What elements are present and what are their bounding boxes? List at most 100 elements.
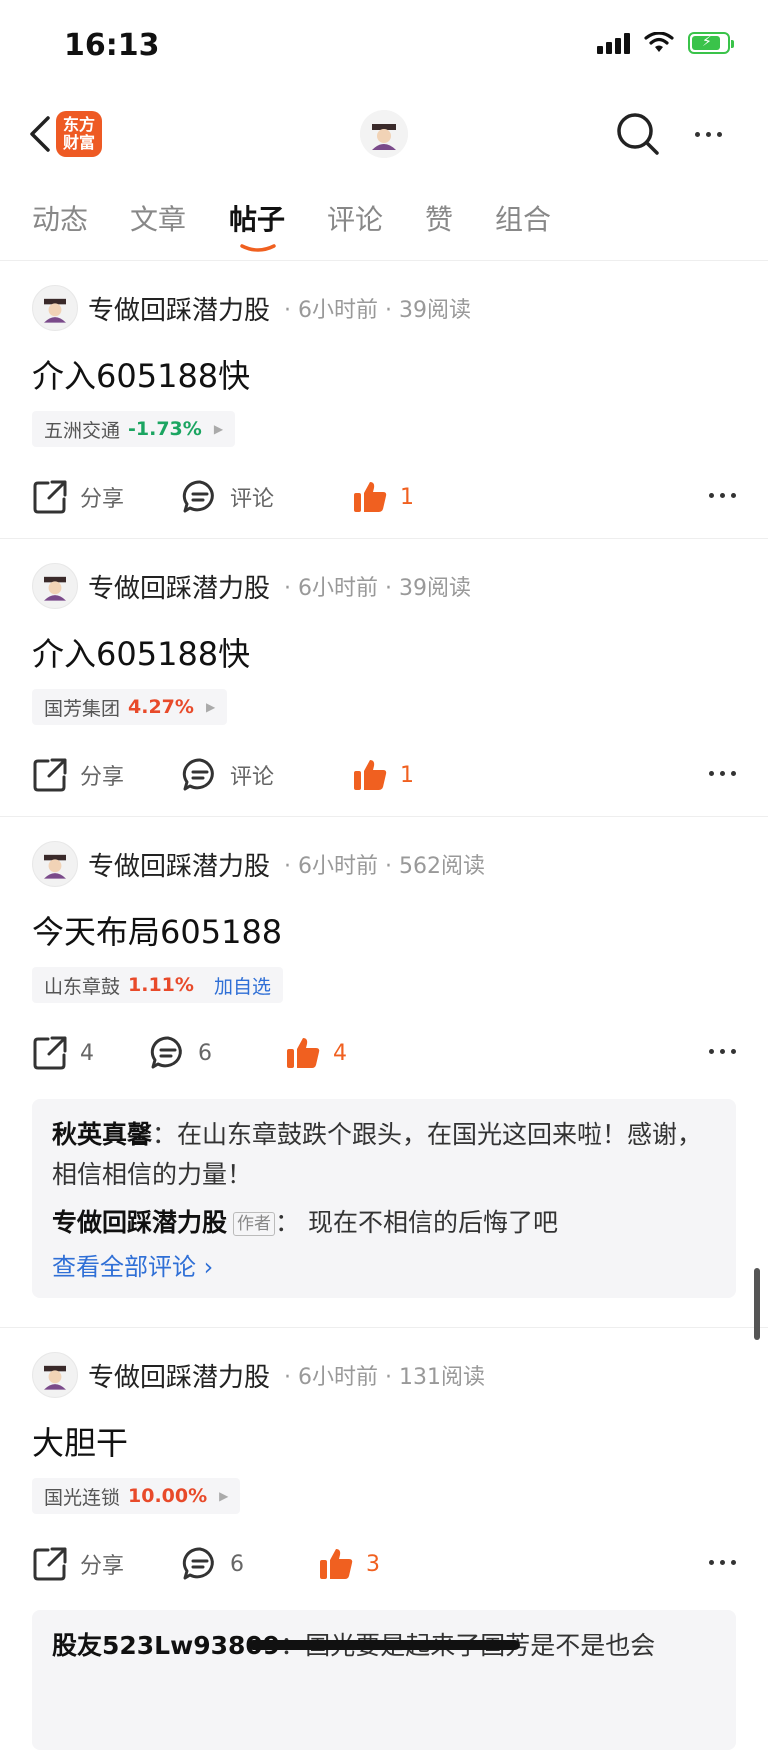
comment-label: 评论 (230, 487, 275, 512)
post-item[interactable]: 专做回踩潜力股 · 6小时前 · 131阅读 大胆干 国光连锁 10.00% ▶… (0, 1328, 768, 1750)
search-button[interactable] (614, 110, 662, 158)
comment-button[interactable]: 评论 (182, 757, 274, 793)
stock-change: 4.27% (128, 696, 194, 718)
comment-user[interactable]: 专做回踩潜力股 (52, 1208, 227, 1237)
stock-chip[interactable]: 国芳集团 4.27% ▶ (32, 689, 228, 725)
comment-icon (182, 1547, 214, 1580)
post-title[interactable]: 介入605188快 (32, 351, 250, 397)
chevron-right-icon: ▶ (219, 1489, 229, 1503)
stock-chip[interactable]: 山东章鼓 1.11% 加自选 (32, 967, 283, 1003)
share-button[interactable]: 4 (32, 1035, 94, 1071)
share-label: 分享 (80, 765, 125, 790)
author-name[interactable]: 专做回踩潜力股 (88, 568, 270, 605)
status-time: 16:13 (64, 28, 160, 63)
post-header: 专做回踩潜力股 · 6小时前 · 562阅读 (32, 841, 485, 887)
like-button[interactable]: 3 (318, 1546, 380, 1582)
post-item[interactable]: 专做回踩潜力股 · 6小时前 · 39阅读 介入605188快 五洲交通 -1.… (0, 261, 768, 539)
tab-articles[interactable]: 文章 (130, 198, 186, 238)
share-button[interactable]: 分享 (32, 479, 124, 515)
wifi-icon (644, 32, 674, 52)
author-avatar[interactable] (32, 563, 78, 609)
comment-icon (182, 480, 214, 513)
stock-change: 10.00% (128, 1485, 208, 1507)
tab-comments[interactable]: 评论 (327, 198, 383, 238)
post-actions: 分享 评论 1 (32, 753, 736, 797)
more-button[interactable] (684, 110, 732, 158)
logo-line1: 东方 (62, 115, 95, 134)
stock-name: 山东章鼓 (44, 975, 121, 998)
author-name[interactable]: 专做回踩潜力股 (88, 290, 270, 327)
stock-chip[interactable]: 五洲交通 -1.73% ▶ (32, 411, 236, 447)
tab-activity[interactable]: 动态 (32, 198, 88, 238)
thumbs-up-icon (320, 1549, 353, 1579)
author-avatar[interactable] (32, 841, 78, 887)
logo-line2: 财富 (62, 133, 95, 152)
comment-icon (182, 758, 214, 791)
author-name[interactable]: 专做回踩潜力股 (88, 1357, 270, 1394)
post-meta: · 6小时前 · 131阅读 (284, 1365, 485, 1390)
comment-preview[interactable]: 秋英真馨：在山东章鼓跌个跟头，在国光这回来啦！感谢，相信相信的力量！ 专做回踩潜… (32, 1099, 736, 1298)
tab-portfolio[interactable]: 组合 (495, 198, 551, 238)
post-title[interactable]: 今天布局605188 (32, 907, 282, 953)
like-button[interactable]: 1 (352, 757, 414, 793)
comment-user[interactable]: 股友523Lw93809 (52, 1631, 280, 1660)
comment-button[interactable]: 6 (182, 1546, 244, 1582)
status-bar: 16:13 ⚡ (0, 0, 768, 96)
post-more-button[interactable] (709, 1560, 736, 1565)
post-title[interactable]: 大胆干 (32, 1418, 128, 1464)
user-avatar[interactable] (360, 110, 408, 158)
like-button[interactable]: 1 (352, 479, 414, 515)
author-avatar[interactable] (32, 1352, 78, 1398)
tab-posts[interactable]: 帖子 (229, 198, 285, 238)
dot-icon (705, 131, 711, 137)
active-tab-indicator (240, 244, 276, 252)
tab-likes[interactable]: 赞 (425, 198, 453, 238)
share-count: 4 (80, 1040, 94, 1066)
post-meta: · 6小时前 · 39阅读 (284, 298, 471, 323)
post-header: 专做回踩潜力股 · 6小时前 · 39阅读 (32, 563, 471, 609)
author-avatar[interactable] (32, 285, 78, 331)
post-more-button[interactable] (709, 771, 736, 776)
comment-item: 专做回踩潜力股 作者： 现在不相信的后悔了吧 (52, 1208, 558, 1237)
share-icon (33, 758, 67, 792)
post-actions: 4 6 4 (32, 1031, 736, 1075)
comment-button[interactable]: 评论 (182, 479, 274, 515)
comment-preview[interactable]: 股友523Lw93809：国光要是起来了国芳是不是也会 (32, 1610, 736, 1750)
author-name[interactable]: 专做回踩潜力股 (88, 846, 270, 883)
dot-icon (694, 131, 700, 137)
status-icons: ⚡ (597, 32, 734, 54)
post-header: 专做回踩潜力股 · 6小时前 · 131阅读 (32, 1352, 485, 1398)
share-button[interactable]: 分享 (32, 757, 124, 793)
tab-bar: 动态 文章 帖子 评论 赞 组合 (0, 176, 768, 261)
home-indicator[interactable] (248, 1640, 520, 1650)
post-item[interactable]: 专做回踩潜力股 · 6小时前 · 39阅读 介入605188快 国芳集团 4.2… (0, 539, 768, 817)
like-count: 1 (400, 762, 414, 788)
post-more-button[interactable] (709, 493, 736, 498)
comment-button[interactable]: 6 (150, 1035, 212, 1071)
thumbs-up-icon (287, 1038, 320, 1068)
like-button[interactable]: 4 (285, 1035, 347, 1071)
post-item[interactable]: 专做回踩潜力股 · 6小时前 · 562阅读 今天布局605188 山东章鼓 1… (0, 817, 768, 1328)
share-button[interactable]: 分享 (32, 1546, 124, 1582)
comment-label: 评论 (230, 765, 275, 790)
scrollbar[interactable] (754, 1268, 760, 1340)
post-actions: 分享 评论 1 (32, 475, 736, 519)
stock-chip[interactable]: 国光连锁 10.00% ▶ (32, 1478, 241, 1514)
post-meta: · 6小时前 · 562阅读 (284, 854, 485, 879)
battery-icon: ⚡ (688, 32, 734, 54)
share-label: 分享 (80, 487, 125, 512)
comment-count: 6 (198, 1040, 212, 1066)
view-all-comments-link[interactable]: 查看全部评论 › (52, 1247, 716, 1282)
stock-name: 国光连锁 (44, 1486, 121, 1509)
comment-count: 6 (230, 1551, 244, 1577)
search-icon (617, 113, 659, 155)
chevron-right-icon: ▶ (205, 700, 216, 714)
post-title[interactable]: 介入605188快 (32, 629, 250, 675)
like-count: 1 (400, 484, 414, 510)
chevron-right-icon: ▶ (213, 422, 224, 436)
add-watchlist-button[interactable]: 加自选 (214, 972, 271, 999)
share-label: 分享 (80, 1554, 125, 1579)
post-more-button[interactable] (709, 1049, 736, 1054)
comment-user[interactable]: 秋英真馨 (52, 1120, 152, 1149)
app-logo[interactable]: 东方 财富 (56, 111, 102, 157)
